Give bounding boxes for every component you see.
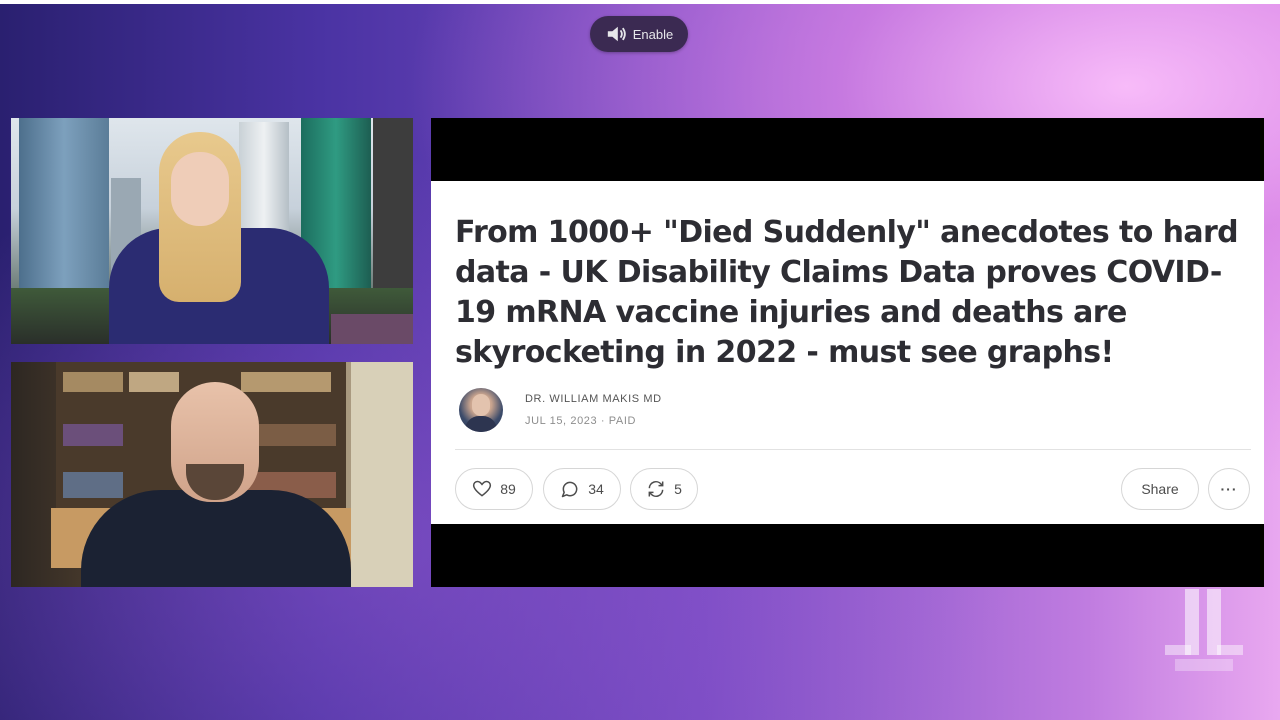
channel-logo-icon <box>1165 589 1243 671</box>
comment-count: 34 <box>588 481 604 497</box>
like-count: 89 <box>500 481 516 497</box>
author-name[interactable]: DR. WILLIAM MAKIS MD <box>525 393 662 405</box>
enable-sound-button[interactable]: Enable <box>590 16 688 52</box>
enable-label: Enable <box>632 26 674 42</box>
article-headline: From 1000+ "Died Suddenly" anecdotes to … <box>455 215 1239 370</box>
article-card: From 1000+ "Died Suddenly" anecdotes to … <box>431 181 1264 524</box>
comment-bubble-icon <box>561 481 578 498</box>
top-strip <box>0 0 1280 4</box>
like-button[interactable]: 89 <box>455 468 533 510</box>
restack-count: 5 <box>674 481 682 497</box>
divider <box>455 449 1251 450</box>
restack-icon <box>648 480 664 498</box>
share-button[interactable]: Share <box>1121 468 1199 510</box>
avatar[interactable] <box>459 388 503 432</box>
more-options-button[interactable]: ··· <box>1208 468 1250 510</box>
share-label: Share <box>1141 481 1179 497</box>
post-meta: JUL 15, 2023 · PAID <box>525 415 637 427</box>
guest-video-feed <box>11 362 413 587</box>
comment-button[interactable]: 34 <box>543 468 621 510</box>
host-video-feed <box>11 118 413 344</box>
restack-button[interactable]: 5 <box>630 468 698 510</box>
more-horizontal-icon: ··· <box>1220 481 1238 497</box>
speaker-icon <box>607 26 626 42</box>
heart-icon <box>473 480 492 497</box>
